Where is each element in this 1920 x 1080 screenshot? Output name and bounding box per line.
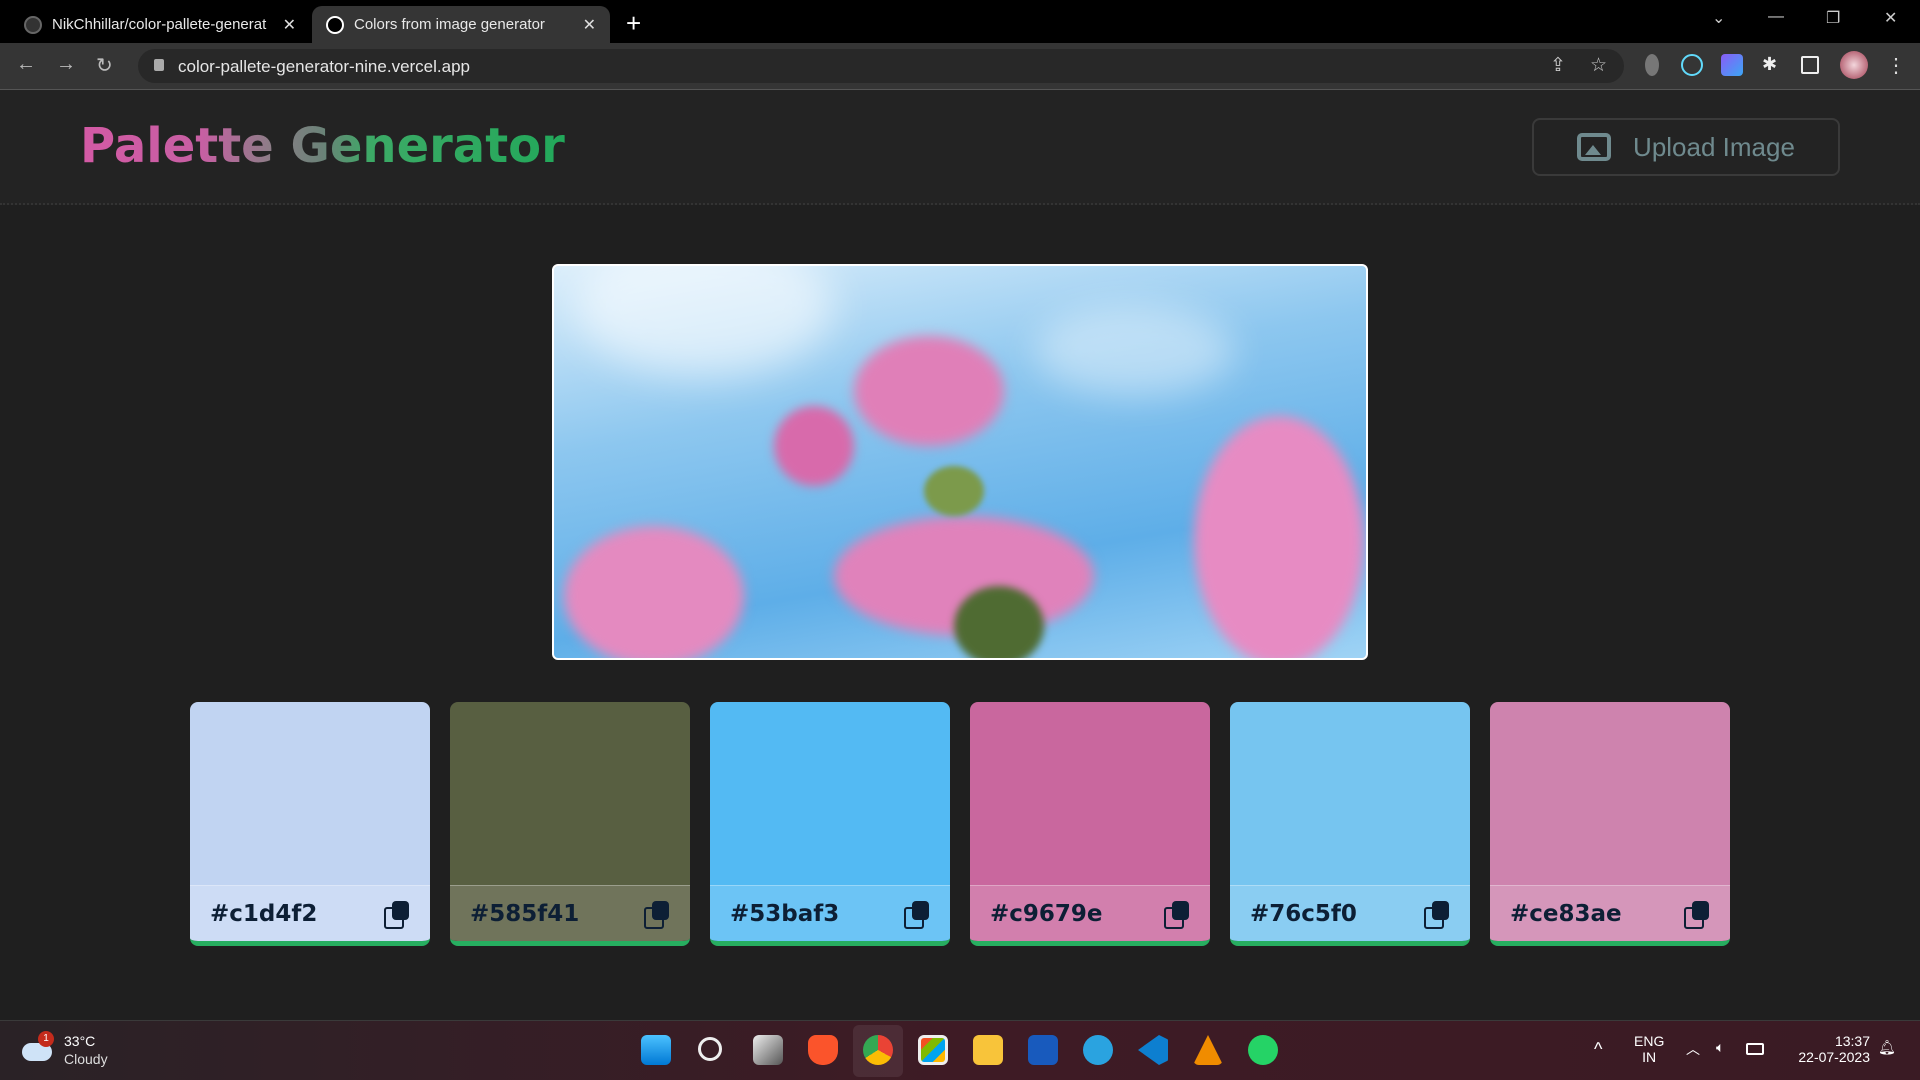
time: 13:37 [1834,1033,1870,1049]
copy-icon[interactable] [904,900,930,929]
search-icon[interactable] [698,1037,722,1061]
wifi-icon[interactable]: ︿ [1686,1039,1700,1059]
close-window-icon[interactable]: ✕ [1884,8,1897,28]
lang-code: ENG [1634,1033,1665,1049]
swatch-label: #76c5f0 [1230,885,1470,941]
vlc-icon[interactable] [1193,1035,1223,1065]
url-field[interactable]: color-pallete-generator-nine.vercel.app … [138,49,1624,83]
new-tab-button[interactable]: + [626,8,641,39]
notifications-icon[interactable]: 🔔︎ [1878,1039,1896,1056]
menu-icon[interactable]: ⋮ [1886,53,1906,78]
task-view-icon[interactable] [753,1035,783,1065]
tab-title: NikChhillar/color-pallete-generat [52,16,267,33]
battery-icon[interactable] [1746,1043,1764,1055]
close-tab-icon[interactable]: ✕ [583,15,596,35]
tab-title: Colors from image generator [354,16,545,33]
tray-overflow-icon[interactable]: ^ [1594,1039,1602,1060]
copy-icon[interactable] [384,900,410,929]
chrome-icon[interactable] [863,1035,893,1065]
back-icon[interactable]: ← [16,53,36,76]
hex-code: #53baf3 [730,900,840,927]
color-swatch[interactable]: #585f41 [450,702,690,946]
file-explorer-icon[interactable] [973,1035,1003,1065]
upload-label: Upload Image [1633,131,1795,162]
tab-bar: NikChhillar/color-pallete-generat ✕ Colo… [0,0,1920,43]
swatch-color [970,702,1210,885]
telegram-icon[interactable] [1083,1035,1113,1065]
color-swatch[interactable]: #76c5f0 [1230,702,1470,946]
github-icon [24,15,42,34]
copy-icon[interactable] [1164,900,1190,929]
tab-github[interactable]: NikChhillar/color-pallete-generat ✕ [10,6,310,43]
date: 22-07-2023 [1798,1049,1870,1065]
image-icon [1577,133,1612,161]
app-header: Palette Generator Upload Image [0,90,1920,205]
share-icon[interactable]: ⇪ [1550,54,1566,77]
swatch-label: #c9679e [970,885,1210,941]
word-icon[interactable] [1028,1035,1058,1065]
swatch-color [190,702,430,885]
whatsapp-icon[interactable] [1248,1035,1278,1065]
tab-search-icon[interactable]: ⌄ [1712,8,1725,28]
upload-image-button[interactable]: Upload Image [1532,118,1840,176]
volume-icon[interactable]: 🔈︎ [1716,1039,1724,1056]
forward-icon[interactable]: → [56,53,76,76]
vercel-icon [326,15,344,34]
notification-badge: 1 [38,1031,54,1047]
tab-colors[interactable]: Colors from image generator ✕ [312,6,610,43]
uploaded-image [552,264,1368,660]
lock-icon[interactable] [154,59,164,71]
extension-icon[interactable] [1721,54,1743,76]
taskbar: 1 33°C Cloudy ^ ENG IN ︿ 🔈︎ 13:37 22-07-20… [0,1020,1920,1080]
region-code: IN [1642,1049,1657,1065]
swatch-color [710,702,950,885]
reload-icon[interactable]: ↻ [96,53,113,78]
swatch-color [1230,702,1470,885]
swatch-label: #585f41 [450,885,690,941]
swatch-label: #c1d4f2 [190,885,430,941]
restore-icon[interactable]: ❐ [1826,8,1840,28]
side-panel-icon[interactable] [1801,56,1819,74]
color-swatch[interactable]: #ce83ae [1490,702,1730,946]
swatch-color [450,702,690,885]
brave-icon[interactable] [808,1035,838,1065]
address-bar: ← → ↻ color-pallete-generator-nine.verce… [0,43,1920,90]
language-indicator[interactable]: ENG IN [1634,1033,1664,1065]
hex-code: #c9679e [990,900,1103,927]
url-text[interactable]: color-pallete-generator-nine.vercel.app [178,57,470,77]
copy-icon[interactable] [1424,900,1450,929]
hex-code: #ce83ae [1510,900,1622,927]
copy-icon[interactable] [1684,900,1710,929]
react-devtools-icon[interactable] [1681,54,1703,76]
swatch-label: #ce83ae [1490,885,1730,941]
weather-desc: Cloudy [64,1051,108,1067]
profile-avatar[interactable] [1840,51,1868,79]
close-tab-icon[interactable]: ✕ [283,15,296,35]
clock[interactable]: 13:37 22-07-2023 [1786,1033,1870,1065]
extensions-puzzle-icon[interactable]: ✱ [1762,54,1784,76]
windows-start-icon[interactable] [641,1035,671,1065]
bookmark-star-icon[interactable]: ☆ [1590,54,1607,77]
hex-code: #c1d4f2 [210,900,318,927]
vscode-icon[interactable] [1138,1035,1168,1065]
weather-widget[interactable]: 1 33°C Cloudy [22,1031,122,1071]
swatch-color [1490,702,1730,885]
page-title: Palette Generator [80,118,565,174]
color-swatch[interactable]: #c9679e [970,702,1210,946]
hex-code: #76c5f0 [1250,900,1357,927]
minimize-icon[interactable]: — [1768,8,1784,26]
hex-code: #585f41 [470,900,580,927]
extension-bug-icon[interactable] [1645,54,1659,76]
color-swatch[interactable]: #c1d4f2 [190,702,430,946]
swatch-label: #53baf3 [710,885,950,941]
ms-store-icon[interactable] [918,1035,948,1065]
color-swatch[interactable]: #53baf3 [710,702,950,946]
weather-temp: 33°C [64,1033,96,1049]
copy-icon[interactable] [644,900,670,929]
